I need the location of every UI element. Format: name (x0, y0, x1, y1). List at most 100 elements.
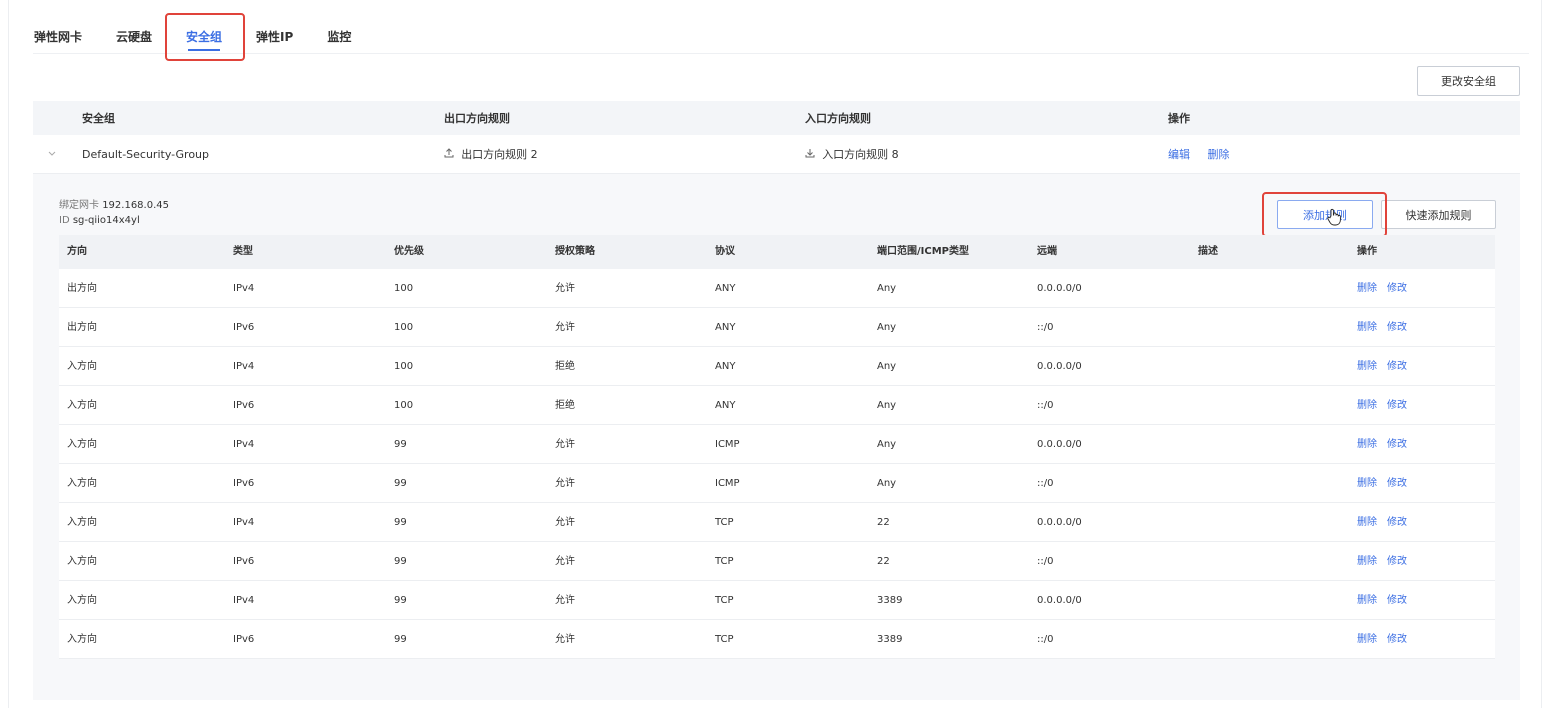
row-actions: 删除 修改 (1357, 425, 1417, 464)
modify-rule-link[interactable]: 修改 (1387, 556, 1407, 567)
modify-rule-link[interactable]: 修改 (1387, 361, 1407, 372)
modify-rule-link[interactable]: 修改 (1387, 283, 1407, 294)
delete-rule-link[interactable]: 删除 (1357, 322, 1377, 333)
edit-group-link[interactable]: 编辑 (1168, 148, 1190, 161)
cell-priority: 99 (394, 478, 407, 489)
delete-rule-link[interactable]: 删除 (1357, 517, 1377, 528)
add-rule-button[interactable]: 添加规则 (1277, 200, 1373, 229)
cell-policy: 拒绝 (555, 400, 575, 411)
header-type: 类型 (233, 246, 253, 257)
table-row: 出方向 IPv4 100 允许 ANY Any 0.0.0.0/0 删除 修改 (59, 269, 1495, 308)
cell-policy: 允许 (555, 595, 575, 606)
cell-direction: 入方向 (67, 400, 97, 411)
cell-type: IPv6 (233, 322, 255, 333)
egress-rules-text: 出口方向规则 2 (461, 148, 538, 161)
cell-priority: 100 (394, 322, 414, 333)
table-row: 入方向 IPv6 100 拒绝 ANY Any::/0 删除 修改 (59, 386, 1495, 425)
cell-policy: 允许 (555, 556, 575, 567)
cell-remote: ::/0 (1037, 400, 1054, 411)
row-actions: 删除 修改 (1357, 503, 1417, 542)
cell-type: IPv6 (233, 400, 255, 411)
row-actions: 删除 修改 (1357, 347, 1417, 386)
header-description: 描述 (1198, 246, 1218, 257)
cell-remote: ::/0 (1037, 556, 1054, 567)
modify-rule-link[interactable]: 修改 (1387, 634, 1407, 645)
chevron-down-icon[interactable] (47, 148, 57, 158)
table-row: 入方向 IPv6 99 允许 TCP 3389::/0 删除 修改 (59, 620, 1495, 659)
row-actions: 删除 修改 (1357, 581, 1417, 620)
cell-port-range: Any (877, 283, 897, 294)
delete-rule-link[interactable]: 删除 (1357, 283, 1377, 294)
header-direction: 方向 (67, 246, 87, 257)
app-frame: 弹性网卡 云硬盘 安全组 弹性IP 监控 更改安全组 安全组 出口方向规则 入口… (8, 0, 1542, 708)
cell-protocol: TCP (715, 556, 734, 567)
delete-rule-link[interactable]: 删除 (1357, 634, 1377, 645)
ingress-rules-count: 入口方向规则 8 (805, 146, 899, 162)
tab-elastic-ip[interactable]: 弹性IP (248, 18, 301, 54)
modify-rule-link[interactable]: 修改 (1387, 478, 1407, 489)
table-row: 出方向 IPv6 100 允许 ANY Any::/0 删除 修改 (59, 308, 1495, 347)
cell-port-range: 22 (877, 517, 890, 528)
row-actions: 删除 修改 (1357, 464, 1417, 503)
tab-disk[interactable]: 云硬盘 (108, 18, 160, 54)
change-security-group-button[interactable]: 更改安全组 (1417, 66, 1520, 96)
modify-rule-link[interactable]: 修改 (1387, 595, 1407, 606)
group-id-value: sg-qiio14x4yl (72, 215, 140, 226)
cell-direction: 入方向 (67, 595, 97, 606)
delete-group-link[interactable]: 删除 (1208, 148, 1230, 161)
cell-type: IPv4 (233, 595, 255, 606)
delete-rule-link[interactable]: 删除 (1357, 595, 1377, 606)
cell-remote: 0.0.0.0/0 (1037, 595, 1082, 606)
cell-remote: 0.0.0.0/0 (1037, 361, 1082, 372)
cell-remote: ::/0 (1037, 322, 1054, 333)
table-row: 入方向 IPv4 99 允许 ICMP Any 0.0.0.0/0 删除 修改 (59, 425, 1495, 464)
cell-direction: 出方向 (67, 322, 97, 333)
cell-port-range: Any (877, 478, 897, 489)
cell-remote: 0.0.0.0/0 (1037, 283, 1082, 294)
cell-direction: 出方向 (67, 283, 97, 294)
table-row: 入方向 IPv6 99 允许 ICMP Any::/0 删除 修改 (59, 464, 1495, 503)
table-row: 入方向 IPv4 99 允许 TCP 22 0.0.0.0/0 删除 修改 (59, 503, 1495, 542)
row-actions: 删除 修改 (1357, 386, 1417, 425)
delete-rule-link[interactable]: 删除 (1357, 556, 1377, 567)
cell-port-range: 3389 (877, 634, 903, 645)
tab-monitor[interactable]: 监控 (319, 18, 359, 54)
cell-port-range: 3389 (877, 595, 903, 606)
modify-rule-link[interactable]: 修改 (1387, 400, 1407, 411)
quick-add-rule-button[interactable]: 快速添加规则 (1381, 200, 1496, 229)
cell-type: IPv6 (233, 634, 255, 645)
group-id-label: ID (59, 215, 70, 226)
cell-protocol: ANY (715, 283, 736, 294)
modify-rule-link[interactable]: 修改 (1387, 322, 1407, 333)
cell-priority: 100 (394, 400, 414, 411)
header-ingress-rules: 入口方向规则 (805, 112, 871, 125)
modify-rule-link[interactable]: 修改 (1387, 517, 1407, 528)
cell-type: IPv4 (233, 517, 255, 528)
egress-rules-count: 出口方向规则 2 (444, 146, 538, 162)
delete-rule-link[interactable]: 删除 (1357, 400, 1377, 411)
delete-rule-link[interactable]: 删除 (1357, 478, 1377, 489)
cell-policy: 拒绝 (555, 361, 575, 372)
group-row: Default-Security-Group 出口方向规则 2 入口方向规则 8… (33, 135, 1520, 174)
cell-remote: 0.0.0.0/0 (1037, 439, 1082, 450)
cell-direction: 入方向 (67, 361, 97, 372)
table-row: 入方向 IPv4 100 拒绝 ANY Any 0.0.0.0/0 删除 修改 (59, 347, 1495, 386)
group-name: Default-Security-Group (82, 147, 209, 161)
row-actions: 删除 修改 (1357, 269, 1417, 308)
header-actions: 操作 (1168, 112, 1190, 125)
cell-direction: 入方向 (67, 556, 97, 567)
cell-priority: 100 (394, 283, 414, 294)
row-actions: 删除 修改 (1357, 620, 1417, 659)
bound-info: 绑定网卡 192.168.0.45 ID sg-qiio14x4yl (59, 198, 169, 228)
delete-rule-link[interactable]: 删除 (1357, 439, 1377, 450)
delete-rule-link[interactable]: 删除 (1357, 361, 1377, 372)
tab-security-group[interactable]: 安全组 (178, 18, 230, 54)
cell-type: IPv4 (233, 283, 255, 294)
tab-bar: 弹性网卡 云硬盘 安全组 弹性IP 监控 (33, 18, 1529, 54)
cell-type: IPv6 (233, 478, 255, 489)
download-icon (805, 149, 818, 161)
cell-protocol: ICMP (715, 478, 740, 489)
modify-rule-link[interactable]: 修改 (1387, 439, 1407, 450)
tab-nic[interactable]: 弹性网卡 (33, 18, 90, 54)
header-egress-rules: 出口方向规则 (444, 112, 510, 125)
